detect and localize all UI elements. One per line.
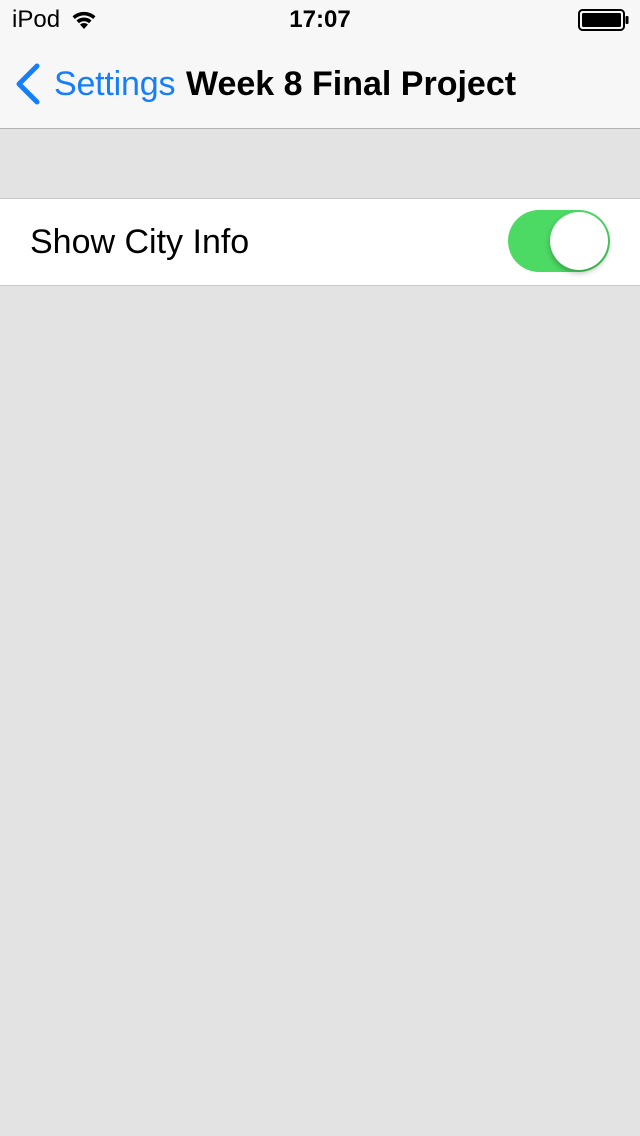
page-title: Week 8 Final Project [186, 65, 517, 103]
back-button-label: Settings [54, 64, 176, 103]
setting-row-show-city-info: Show City Info [0, 198, 640, 286]
back-button[interactable]: Settings [14, 62, 175, 106]
toggle-knob [550, 212, 608, 270]
navigation-bar: Settings Week 8 Final Project [0, 40, 640, 128]
status-time: 17:07 [289, 6, 351, 33]
status-bar: iPod 17:07 [0, 0, 640, 40]
chevron-left-icon [16, 63, 40, 105]
settings-screen: iPod 17:07 Settings Week 8 Final Project [0, 0, 640, 1136]
battery-icon [578, 9, 629, 31]
show-city-info-toggle[interactable] [508, 210, 610, 272]
top-bar: iPod 17:07 Settings Week 8 Final Project [0, 0, 640, 129]
setting-row-label: Show City Info [30, 223, 250, 261]
